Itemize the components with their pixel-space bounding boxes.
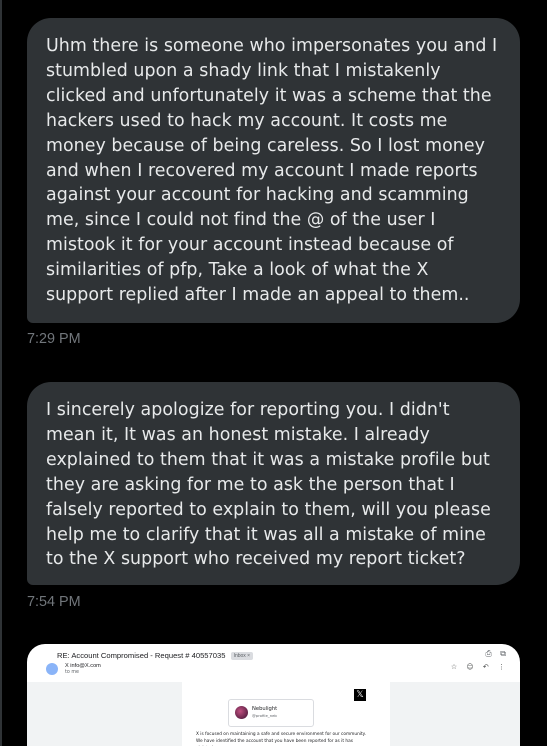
email-recipient: to me <box>65 670 79 675</box>
message-bubble[interactable]: I sincerely apologize for reporting you.… <box>27 382 520 585</box>
email-margin-left <box>27 682 182 746</box>
x-logo-icon: 𝕏 <box>354 689 366 701</box>
more-vertical-icon: ⋮ <box>498 663 505 671</box>
email-body: X is focused on maintaining a safe and s… <box>196 732 366 744</box>
email-margin-right <box>390 682 520 746</box>
email-header: RE: Account Compromised - Request # 4055… <box>27 644 520 676</box>
profile-handle: @profile_neb <box>252 713 277 718</box>
email-actions: ☆ ☺ ↶ ⋮ <box>444 663 505 671</box>
print-icon: ⎙ <box>485 649 492 658</box>
image-attachment[interactable]: RE: Account Compromised - Request # 4055… <box>27 644 520 746</box>
profile-name: Nebulight <box>252 706 278 712</box>
message-timestamp: 7:29 PM <box>27 331 81 347</box>
star-icon: ☆ <box>450 663 458 671</box>
open-in-new-icon: ⧉ <box>500 649 506 658</box>
email-tools: ⎙ ⧉ <box>479 649 506 659</box>
avatar <box>46 663 58 675</box>
email-sender: X info@X.com <box>65 663 101 669</box>
avatar <box>235 706 248 719</box>
email-subject: RE: Account Compromised - Request # 4055… <box>57 651 254 660</box>
profile-card: Nebulight @profile_neb <box>228 699 314 727</box>
divider <box>0 0 2 746</box>
message-text: Uhm there is someone who impersonates yo… <box>46 36 498 306</box>
inbox-badge: Inbox × <box>230 652 254 660</box>
message-bubble[interactable]: Uhm there is someone who impersonates yo… <box>27 18 520 323</box>
dm-conversation: Uhm there is someone who impersonates yo… <box>0 0 547 746</box>
message-text: I sincerely apologize for reporting you.… <box>46 400 491 570</box>
email-subject-text: RE: Account Compromised - Request # 4055… <box>57 651 226 660</box>
reply-icon: ↶ <box>482 663 489 671</box>
emoji-icon: ☺ <box>466 663 474 671</box>
message-timestamp: 7:54 PM <box>27 594 81 610</box>
